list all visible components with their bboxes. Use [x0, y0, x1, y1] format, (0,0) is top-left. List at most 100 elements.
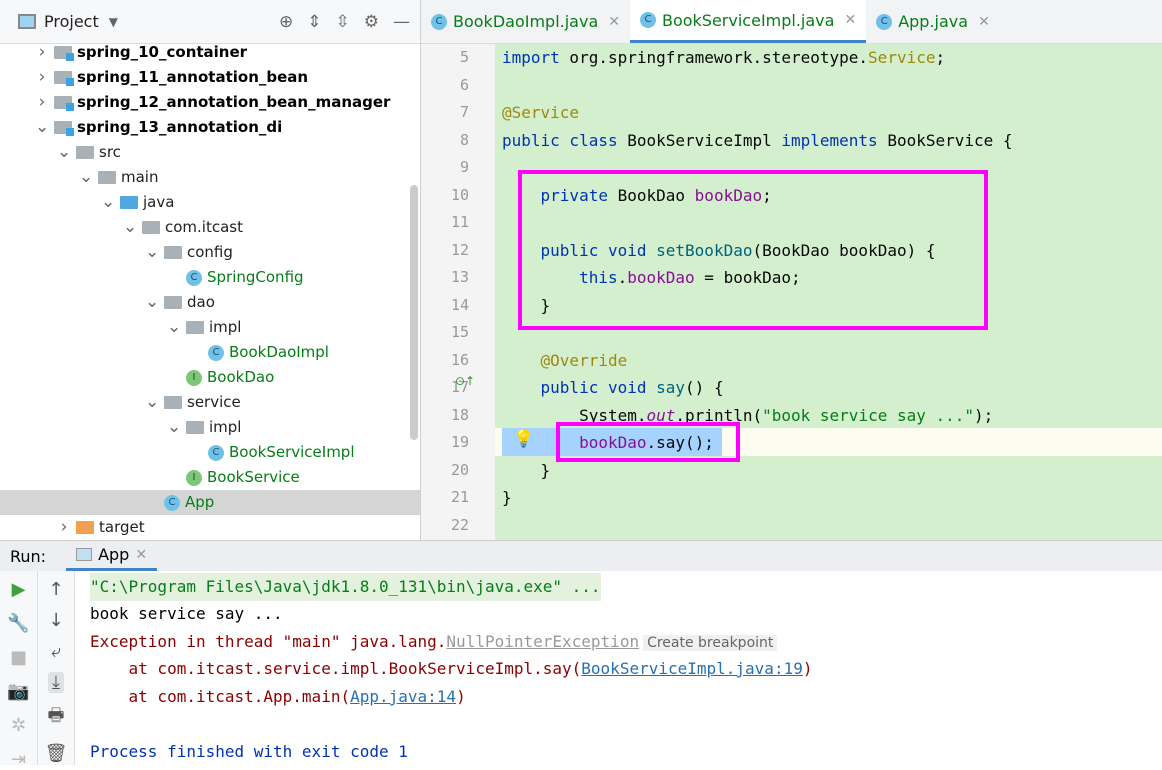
chevron-right-icon[interactable]: › [57, 515, 71, 540]
close-icon[interactable]: ✕ [135, 547, 147, 563]
stack-link[interactable]: BookServiceImpl.java:19 [581, 659, 803, 678]
project-title[interactable]: Project [44, 12, 99, 31]
scroll-to-end-icon[interactable]: ⤓ [48, 672, 64, 693]
chevron-right-icon[interactable]: › [35, 90, 49, 115]
tree-item[interactable]: ⌄ config [0, 240, 420, 265]
code-line[interactable]: private BookDao bookDao; [502, 182, 772, 210]
chevron-down-icon[interactable]: ⌄ [145, 390, 159, 415]
chevron-down-icon[interactable]: ⌄ [123, 215, 137, 240]
chevron-down-icon[interactable]: ⌄ [79, 165, 93, 190]
chevron-down-icon[interactable]: ⌄ [167, 415, 181, 440]
interface-icon: I [186, 369, 202, 386]
code-editor[interactable]: 💡 import org.springframework.stereotype.… [495, 44, 1162, 540]
class-icon: C [186, 269, 202, 286]
line-number: 9 [459, 158, 469, 176]
tree-item[interactable]: ⌄ impl [0, 315, 420, 340]
tree-item[interactable]: I BookService [0, 465, 420, 490]
code-line[interactable]: @Service [502, 99, 579, 127]
rerun-icon[interactable]: ▶ [12, 579, 26, 600]
tree-item[interactable]: ⌄ dao [0, 290, 420, 315]
code-line[interactable]: @Override [502, 347, 628, 375]
code-line[interactable]: public void say() { [502, 374, 724, 402]
code-line[interactable]: import org.springframework.stereotype.Se… [502, 44, 945, 72]
console-icon [76, 548, 93, 561]
chevron-down-icon[interactable]: ⌄ [145, 240, 159, 265]
code-line[interactable]: public void setBookDao(BookDao bookDao) … [502, 237, 936, 265]
arrow-up-icon[interactable]: ↑ [48, 579, 63, 600]
login-icon[interactable]: ⇥ [11, 749, 26, 770]
folder-icon [186, 421, 204, 434]
class-icon: C [431, 13, 447, 30]
tree-item[interactable]: ⌄ src [0, 140, 420, 165]
tree-item[interactable]: C BookServiceImpl [0, 440, 420, 465]
tree-item-label: BookServiceImpl [229, 443, 355, 461]
stop-icon[interactable]: ■ [10, 647, 27, 668]
tree-item-label: config [187, 243, 233, 261]
code-line[interactable]: bookDao.say(); [502, 429, 714, 457]
chevron-down-icon[interactable]: ▼ [109, 15, 118, 29]
code-line[interactable]: } [502, 484, 512, 512]
tree-item[interactable]: ⌄ main [0, 165, 420, 190]
code-line[interactable]: } [502, 457, 551, 485]
trash-icon[interactable]: 🗑 [45, 743, 68, 764]
tree-item[interactable]: C SpringConfig [0, 265, 420, 290]
collapse-all-icon[interactable]: ⇳ [336, 12, 350, 32]
tree-item[interactable]: › spring_10_container [0, 40, 420, 65]
line-number: 21 [450, 488, 469, 506]
camera-icon[interactable]: 📷 [7, 681, 29, 702]
tree-item[interactable]: C BookDaoImpl [0, 340, 420, 365]
tree-item-label: main [121, 168, 159, 186]
minimize-icon[interactable]: — [393, 12, 410, 32]
code-line[interactable]: System.out.println("book service say ...… [502, 402, 993, 430]
chevron-right-icon[interactable]: › [35, 40, 49, 65]
chevron-down-icon[interactable]: ⌄ [145, 290, 159, 315]
code-line[interactable]: } [502, 292, 551, 320]
exception-class-link[interactable]: NullPointerException [446, 632, 639, 651]
tree-item[interactable]: ⌄ com.itcast [0, 215, 420, 240]
code-line[interactable]: public class BookServiceImpl implements … [502, 127, 1013, 155]
locate-icon[interactable]: ⊕ [279, 12, 293, 32]
print-icon[interactable]: 🖶 [48, 703, 65, 733]
code-line[interactable]: this.bookDao = bookDao; [502, 264, 801, 292]
tree-item[interactable]: I BookDao [0, 365, 420, 390]
tab-app-java[interactable]: C App.java ✕ [866, 0, 1000, 43]
line-number: 13 [450, 268, 469, 286]
chevron-down-icon[interactable]: ⌄ [167, 315, 181, 340]
line-number: 7 [459, 103, 469, 121]
close-icon[interactable]: ✕ [844, 12, 856, 28]
tree-item-label: SpringConfig [207, 268, 304, 286]
run-tab-app[interactable]: App ✕ [66, 541, 158, 571]
tree-item[interactable]: ⌄ spring_13_annotation_di [0, 115, 420, 140]
line-number: 6 [459, 75, 469, 94]
scrollbar[interactable] [410, 185, 418, 440]
stack-link[interactable]: App.java:14 [350, 687, 456, 706]
tab-bookdaoimpl-java[interactable]: C BookDaoImpl.java ✕ [421, 0, 630, 43]
wrench-icon[interactable]: 🔧 [7, 613, 29, 634]
debug-icon[interactable]: ✲ [11, 715, 26, 736]
chevron-down-icon[interactable]: ⌄ [57, 140, 71, 165]
chevron-down-icon[interactable]: ⌄ [101, 190, 115, 215]
gear-icon[interactable]: ⚙ [364, 12, 379, 32]
arrow-down-icon[interactable]: ↓ [48, 610, 63, 631]
close-icon[interactable]: ✕ [978, 14, 990, 30]
folder-icon [164, 246, 182, 259]
chevron-down-icon[interactable]: ⌄ [35, 115, 49, 140]
chevron-right-icon[interactable]: › [35, 65, 49, 90]
tree-item[interactable]: › spring_11_annotation_bean [0, 65, 420, 90]
close-icon[interactable]: ✕ [608, 14, 620, 30]
tree-item[interactable]: ⌄ java [0, 190, 420, 215]
create-breakpoint-button[interactable]: Create breakpoint [643, 635, 778, 651]
class-icon: C [208, 444, 224, 461]
soft-wrap-icon[interactable]: ⤶ [51, 641, 61, 662]
tree-item[interactable]: › target [0, 515, 420, 540]
tree-item[interactable]: ⌄ service [0, 390, 420, 415]
class-icon: C [164, 494, 180, 511]
override-icon[interactable]: ⊙↑ [455, 374, 475, 388]
console-exit: Process finished with exit code 1 [90, 742, 408, 761]
tree-item[interactable]: › spring_12_annotation_bean_manager [0, 90, 420, 115]
expand-all-icon[interactable]: ⇕ [307, 12, 321, 32]
tab-bookserviceimpl-java[interactable]: C BookServiceImpl.java ✕ [629, 0, 867, 43]
tree-item-label: target [99, 518, 145, 536]
tree-item[interactable]: C App [0, 490, 420, 515]
tree-item[interactable]: ⌄ impl [0, 415, 420, 440]
